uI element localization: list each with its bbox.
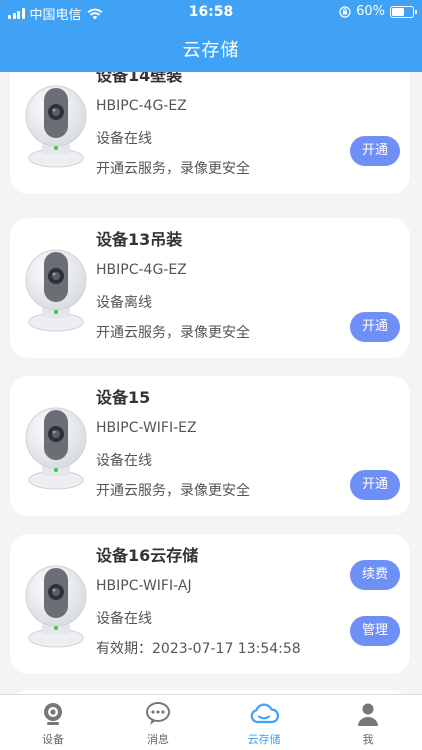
orientation-lock-icon <box>339 5 351 18</box>
device-model: HBIPC-4G-EZ <box>96 262 187 278</box>
tab-label: 设备 <box>42 733 64 746</box>
tab-devices[interactable]: 设备 <box>13 701 93 747</box>
device-status: 设备离线 <box>96 295 152 311</box>
device-model: HBIPC-WIFI-EZ <box>96 420 197 436</box>
camera-device-image <box>25 249 87 332</box>
device-model: HBIPC-4G-EZ <box>96 98 187 114</box>
tab-messages[interactable]: 消息 <box>118 701 198 747</box>
device-name: 设备16云存储 <box>96 546 199 565</box>
device-status: 设备在线 <box>96 611 152 627</box>
cloud-validity-date: 有效期：2023-07-17 13:54:58 <box>96 641 301 657</box>
device-name: 设备14壁装 <box>96 72 183 85</box>
camera-thumbnail <box>24 78 88 168</box>
device-card[interactable]: 设备16云存储 HBIPC-WIFI-AJ 设备在线 有效期：2023-07-1… <box>10 534 410 674</box>
cloud-service-note: 开通云服务，录像更安全 <box>96 483 250 499</box>
camera-thumbnail <box>24 558 88 648</box>
activate-cloud-button[interactable]: 开通 <box>350 312 400 342</box>
device-card[interactable]: 设备14壁装 HBIPC-4G-EZ 设备在线 开通云服务，录像更安全 开通 <box>10 72 410 194</box>
device-status: 设备在线 <box>96 453 152 469</box>
battery-icon <box>390 5 417 18</box>
device-name: 设备15 <box>96 388 151 407</box>
battery-percent: 60% <box>356 4 385 19</box>
renew-button[interactable]: 续费 <box>350 560 400 590</box>
activate-cloud-button[interactable]: 开通 <box>350 470 400 500</box>
tab-me[interactable]: 我 <box>328 701 408 747</box>
camera-device-image <box>25 85 87 168</box>
status-bar: 中国电信 16:58 60% <box>0 0 422 24</box>
device-name: 设备13吊装 <box>96 230 183 249</box>
device-card[interactable]: 设备13吊装 HBIPC-4G-EZ 设备离线 开通云服务，录像更安全 开通 <box>10 218 410 358</box>
camera-thumbnail <box>24 242 88 332</box>
device-status: 设备在线 <box>96 131 152 147</box>
cloud-service-note: 开通云服务，录像更安全 <box>96 325 250 341</box>
camera-device-image <box>25 565 87 648</box>
tab-label: 云存储 <box>247 733 281 746</box>
page-title: 云存储 <box>182 40 240 61</box>
device-model: HBIPC-WIFI-AJ <box>96 578 192 594</box>
chat-bubble-icon <box>146 702 170 725</box>
camera-device-image <box>25 407 87 490</box>
activate-cloud-button[interactable]: 开通 <box>350 136 400 166</box>
camera-icon <box>44 703 62 725</box>
camera-thumbnail <box>24 400 88 490</box>
cloud-service-note: 开通云服务，录像更安全 <box>96 161 250 177</box>
app-header: 中国电信 16:58 60% 云存储 <box>0 0 422 72</box>
tab-cloud-storage[interactable]: 云存储 <box>224 701 304 747</box>
bottom-tab-bar: 设备 消息 云存储 我 <box>0 694 422 750</box>
device-list[interactable]: 设备14壁装 HBIPC-4G-EZ 设备在线 开通云服务，录像更安全 开通 设… <box>0 72 422 694</box>
cloud-icon <box>250 703 280 724</box>
person-icon <box>358 703 378 726</box>
battery-fill <box>392 7 404 16</box>
device-card[interactable]: 设备15 HBIPC-WIFI-EZ 设备在线 开通云服务，录像更安全 开通 <box>10 376 410 516</box>
manage-button[interactable]: 管理 <box>350 616 400 646</box>
tab-label: 我 <box>362 733 374 746</box>
tab-label: 消息 <box>147 733 169 746</box>
